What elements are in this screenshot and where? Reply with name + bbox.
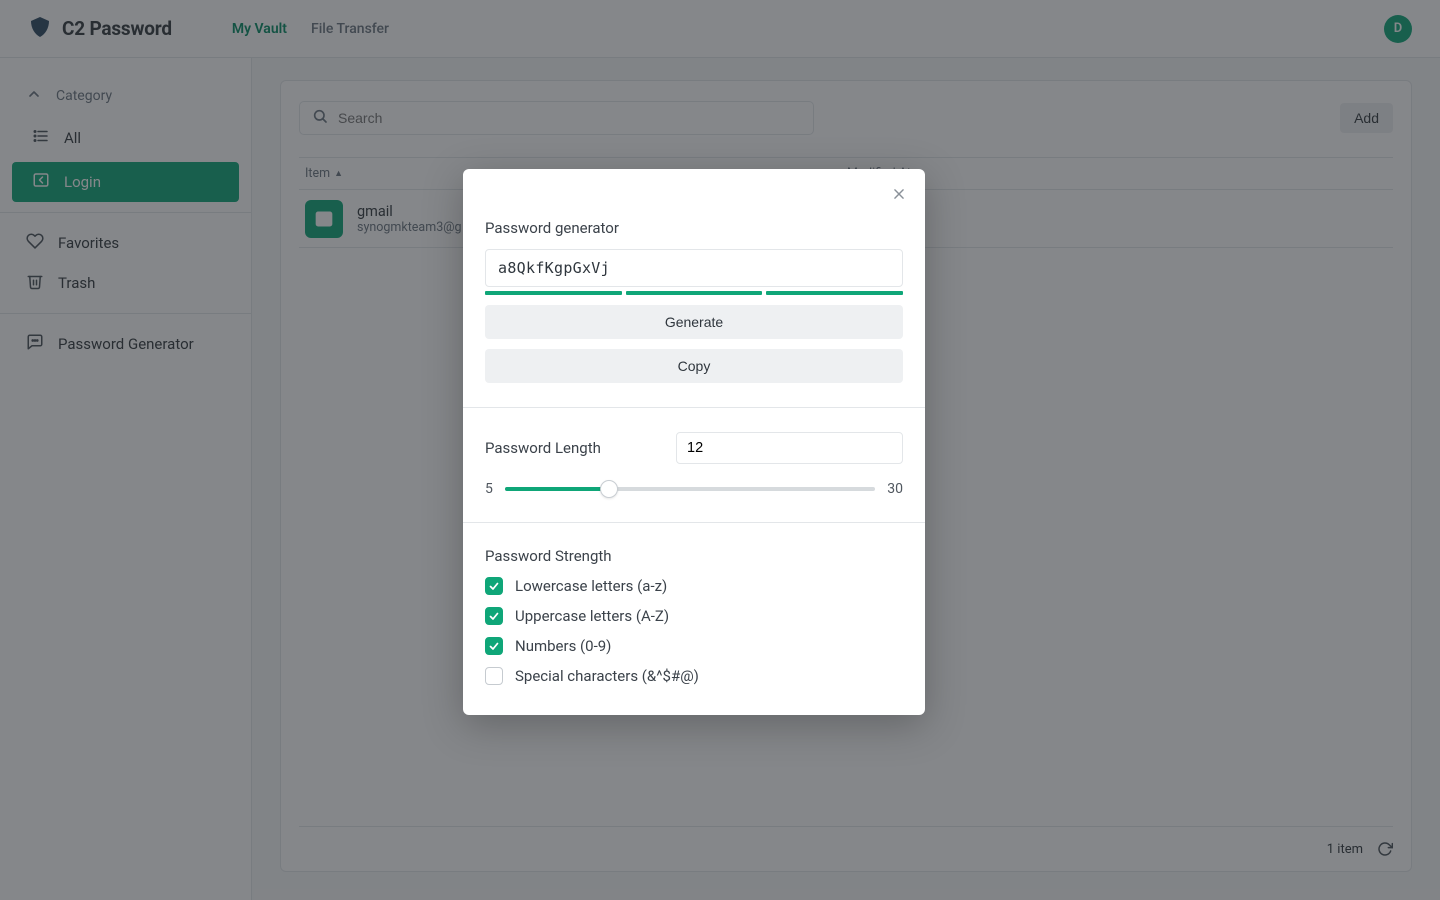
strength-segment	[485, 291, 622, 295]
checkbox[interactable]	[485, 607, 503, 625]
length-slider[interactable]	[505, 480, 875, 498]
slider-max: 30	[887, 481, 903, 497]
strength-meter	[485, 291, 903, 295]
checkbox[interactable]	[485, 577, 503, 595]
slider-min: 5	[485, 481, 493, 497]
option-label: Uppercase letters (A-Z)	[515, 607, 669, 625]
modal-section-length: Password Length 5 30	[463, 408, 925, 523]
password-generator-modal: Password generator a8QkfKgpGxVj Generate…	[463, 169, 925, 715]
option-special[interactable]: Special characters (&^$#@)	[485, 667, 903, 685]
length-label: Password Length	[485, 439, 660, 457]
copy-button[interactable]: Copy	[485, 349, 903, 383]
strength-segment	[766, 291, 903, 295]
slider-thumb[interactable]	[600, 480, 618, 498]
modal-section-password: Password generator a8QkfKgpGxVj Generate…	[463, 169, 925, 408]
modal-close-button[interactable]	[887, 183, 911, 207]
option-label: Special characters (&^$#@)	[515, 667, 699, 685]
close-icon	[892, 186, 906, 205]
option-label: Lowercase letters (a-z)	[515, 577, 667, 595]
modal-title: Password generator	[485, 219, 903, 237]
option-uppercase[interactable]: Uppercase letters (A-Z)	[485, 607, 903, 625]
strength-label: Password Strength	[485, 547, 903, 565]
generated-password[interactable]: a8QkfKgpGxVj	[485, 249, 903, 287]
strength-segment	[626, 291, 763, 295]
checkbox[interactable]	[485, 667, 503, 685]
generate-button[interactable]: Generate	[485, 305, 903, 339]
option-numbers[interactable]: Numbers (0-9)	[485, 637, 903, 655]
modal-section-strength: Password Strength Lowercase letters (a-z…	[463, 523, 925, 715]
option-label: Numbers (0-9)	[515, 637, 611, 655]
length-input[interactable]	[676, 432, 903, 464]
checkbox[interactable]	[485, 637, 503, 655]
option-lowercase[interactable]: Lowercase letters (a-z)	[485, 577, 903, 595]
